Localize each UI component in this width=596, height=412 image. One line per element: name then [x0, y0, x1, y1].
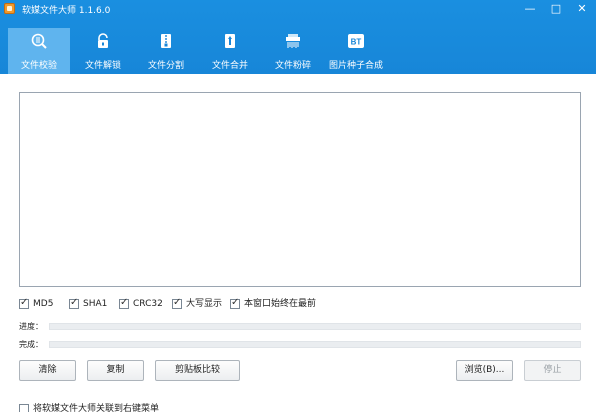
- complete-bar: [49, 341, 581, 348]
- close-button[interactable]: ✕: [569, 0, 595, 18]
- result-textarea[interactable]: [19, 92, 581, 287]
- complete-row: 完成：: [19, 340, 581, 350]
- stop-button[interactable]: 停止: [524, 360, 581, 381]
- option-label: 本窗口始终在最前: [244, 299, 317, 309]
- always-on-top-checkbox[interactable]: ✓: [230, 297, 240, 309]
- progress-label: 进度：: [19, 322, 43, 331]
- app-logo-icon: [4, 3, 15, 14]
- md5-checkbox[interactable]: ✓: [19, 297, 29, 309]
- option-label: 大写显示: [186, 299, 223, 309]
- check-icon: ✓: [70, 297, 79, 308]
- tab-image-torrent[interactable]: BT 图片种子合成: [325, 28, 387, 74]
- header: 软媒文件大师 1.1.6.0 — □ ✕ 文件校验 文件解锁 文件分割 文件合并…: [0, 0, 596, 74]
- hash-options: ✓ MD5 ✓ SHA1 ✓ CRC32 ✓ 大写显示 ✓ 本窗口始终在最前: [19, 297, 419, 311]
- copy-button[interactable]: 复制: [87, 360, 144, 381]
- context-menu-checkbox[interactable]: [19, 404, 29, 412]
- check-icon: ✓: [231, 297, 240, 308]
- window-title: 软媒文件大师 1.1.6.0: [22, 6, 111, 16]
- zip-merge-icon: [225, 34, 235, 48]
- zip-split-icon: [161, 34, 171, 48]
- tab-label: 文件解锁: [84, 61, 121, 71]
- tab-label: 文件分割: [147, 61, 184, 71]
- magnifier-hash-icon: [31, 33, 47, 49]
- check-icon: ✓: [20, 297, 29, 308]
- bt-icon: BT: [348, 34, 364, 48]
- option-label: CRC32: [133, 299, 163, 309]
- option-label: MD5: [33, 299, 54, 309]
- check-icon: ✓: [120, 297, 129, 308]
- toolbar: 文件校验 文件解锁 文件分割 文件合并 文件粉碎 BT 图片种子合成: [8, 28, 588, 74]
- browse-button[interactable]: 浏览(B)...: [456, 360, 513, 381]
- shredder-icon: [286, 34, 300, 48]
- crc32-checkbox[interactable]: ✓: [119, 297, 129, 309]
- tab-file-split[interactable]: 文件分割: [135, 28, 197, 74]
- uppercase-checkbox[interactable]: ✓: [172, 297, 182, 309]
- tab-label: 文件粉碎: [274, 61, 311, 71]
- app-window: 软媒文件大师 1.1.6.0 — □ ✕ 文件校验 文件解锁 文件分割 文件合并…: [0, 0, 596, 412]
- progress-row: 进度：: [19, 322, 581, 332]
- tab-file-merge[interactable]: 文件合并: [199, 28, 261, 74]
- maximize-button[interactable]: □: [543, 0, 569, 18]
- tab-file-unlock[interactable]: 文件解锁: [72, 28, 134, 74]
- bt-icon-text: BT: [351, 38, 362, 47]
- sha1-checkbox[interactable]: ✓: [69, 297, 79, 309]
- clipboard-compare-button[interactable]: 剪贴板比较: [155, 360, 240, 381]
- option-label: SHA1: [83, 299, 108, 309]
- check-icon: ✓: [173, 297, 182, 308]
- option-context-menu[interactable]: 将软媒文件大师关联到右键菜单: [19, 404, 219, 412]
- tab-label: 文件合并: [211, 61, 248, 71]
- minimize-button[interactable]: —: [517, 0, 543, 18]
- title-bar: 软媒文件大师 1.1.6.0 — □ ✕: [0, 0, 596, 18]
- tab-label: 文件校验: [20, 61, 57, 71]
- complete-label: 完成：: [19, 340, 43, 349]
- tab-file-verify[interactable]: 文件校验: [8, 28, 70, 74]
- option-label: 将软媒文件大师关联到右键菜单: [33, 404, 160, 412]
- clear-button[interactable]: 清除: [19, 360, 76, 381]
- tab-file-shred[interactable]: 文件粉碎: [262, 28, 324, 74]
- unlock-icon: [98, 33, 108, 48]
- tab-label: 图片种子合成: [328, 61, 383, 71]
- progress-bar: [49, 323, 581, 330]
